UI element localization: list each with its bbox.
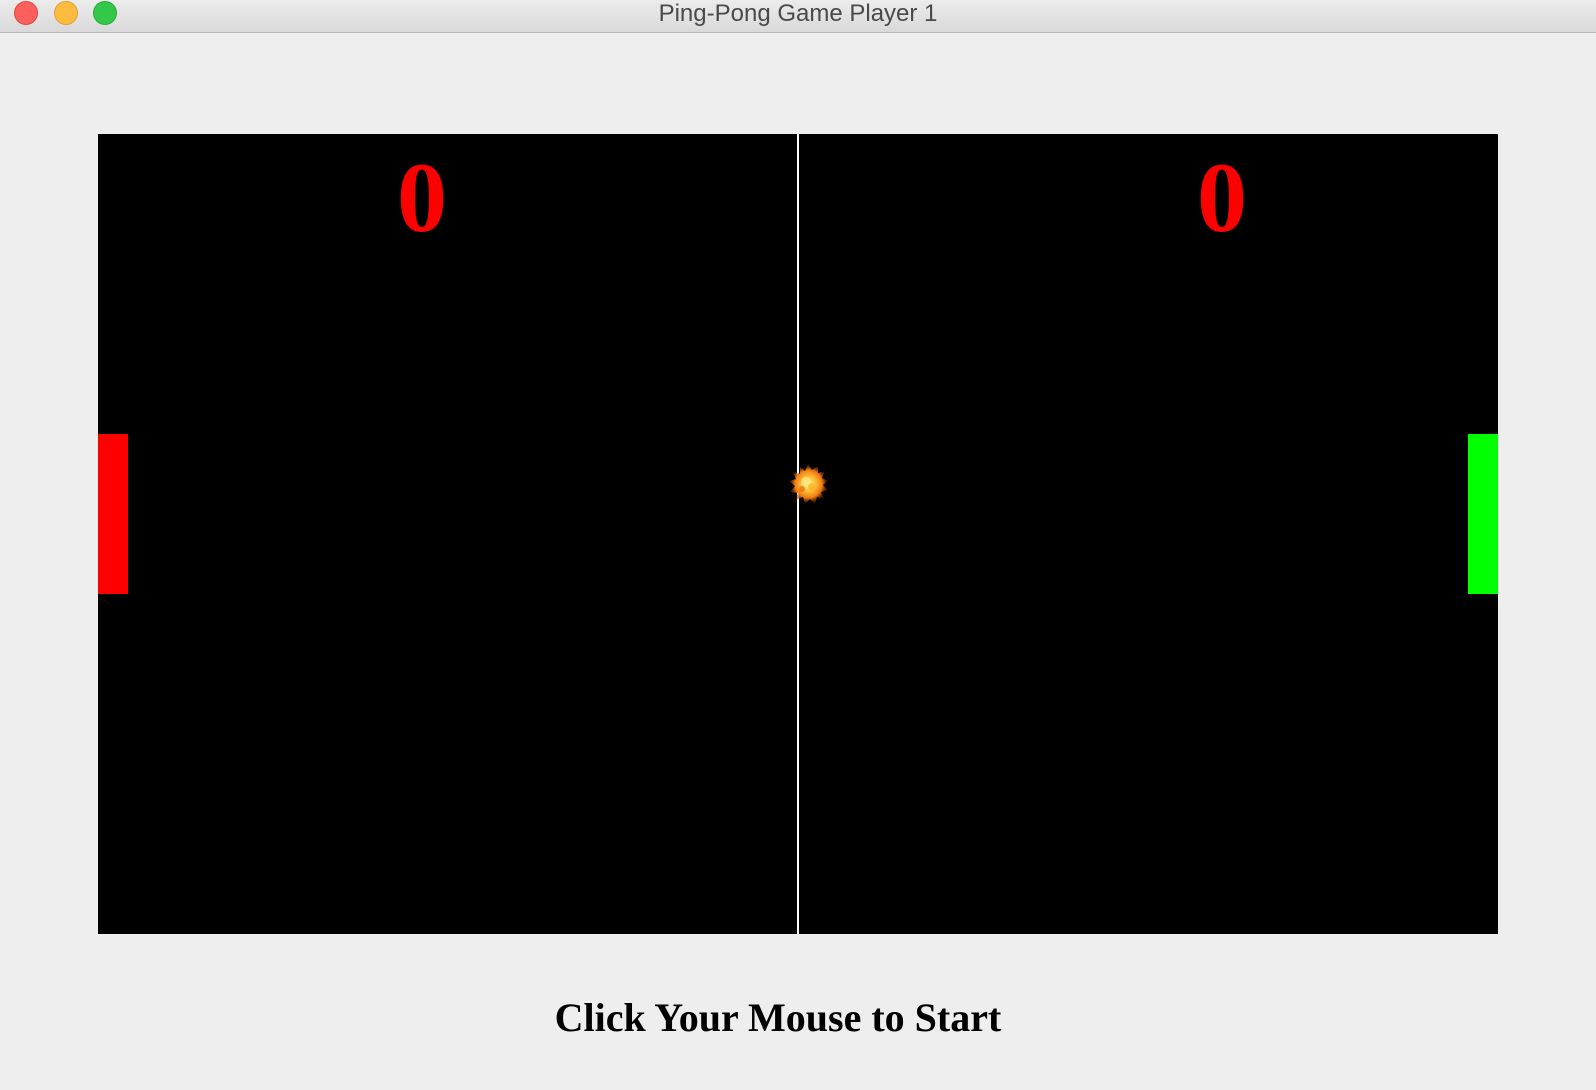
fireball-icon	[786, 462, 830, 506]
player-1-score: 0	[397, 142, 447, 253]
start-message: Click Your Mouse to Start	[554, 995, 1002, 1040]
player-1-paddle[interactable]	[98, 434, 128, 594]
center-net	[797, 134, 799, 934]
player-2-score: 0	[1197, 142, 1247, 253]
window-title: Ping-Pong Game Player 1	[658, 0, 938, 27]
player-2-paddle	[1468, 434, 1498, 594]
game-board[interactable]: 0 0	[98, 134, 1498, 934]
title-bar: Ping-Pong Game Player 1	[0, 0, 1596, 33]
game-window: Ping-Pong Game Player 1 0 0 Click Your M…	[0, 0, 1596, 1090]
